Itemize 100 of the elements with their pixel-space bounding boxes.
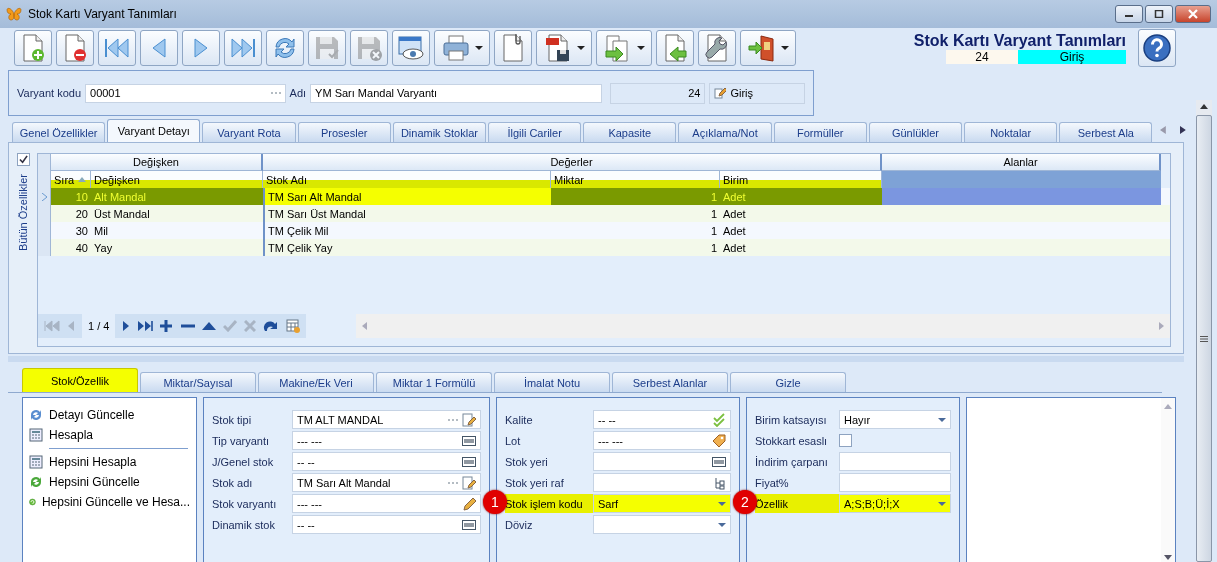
caret-icon [475, 46, 483, 50]
column-header[interactable]: Sıra [51, 171, 91, 188]
dropdown-field[interactable]: Hayır [839, 410, 951, 429]
grid-row[interactable]: 30 Mil TM Çelik Mil 1 Adet [38, 222, 1170, 239]
dropdown-arrow-icon[interactable] [718, 501, 726, 506]
redo-icon[interactable] [263, 320, 280, 332]
input-field[interactable] [839, 473, 951, 492]
toolbar-button[interactable] [392, 30, 430, 66]
tree-icon[interactable] [712, 475, 726, 490]
name-field[interactable]: YM Sarı Mandal Varyantı [310, 83, 602, 103]
input-field[interactable]: --- --- [593, 431, 731, 450]
tab[interactable]: Kapasite [583, 122, 677, 142]
pencil-icon[interactable] [462, 496, 476, 511]
close-icon [1187, 9, 1199, 19]
tab[interactable]: Noktalar [964, 122, 1058, 142]
select-all-checkbox[interactable] [16, 153, 30, 166]
dropdown-field[interactable]: Sarf [593, 494, 731, 513]
tab[interactable]: Varyant Rota [202, 122, 296, 142]
input-field[interactable]: --- --- [292, 494, 481, 513]
action-link[interactable]: Hepsini Hesapla [29, 455, 190, 469]
toolbar-button[interactable] [56, 30, 94, 66]
check-icon[interactable] [223, 320, 238, 332]
table-cell-text: 40 [74, 240, 89, 256]
last-record-icon[interactable] [137, 320, 154, 332]
grid-row[interactable]: 40 Yay TM Çelik Yay 1 Adet [38, 239, 1170, 256]
action-link[interactable]: Hepsini Güncelle [29, 475, 190, 489]
tab[interactable]: Genel Özellikler [12, 122, 106, 142]
table-cell-text: Mil [93, 223, 110, 239]
tab[interactable]: İmalat Notu [494, 372, 610, 392]
toolbar-button[interactable] [740, 30, 796, 66]
barcode-icon[interactable] [462, 519, 476, 530]
column-header[interactable]: Değişken [91, 171, 263, 188]
input-field[interactable]: --- --- [292, 431, 481, 450]
move-up-icon[interactable] [202, 322, 217, 330]
input-field[interactable]: -- -- [593, 410, 731, 429]
edit-icon[interactable] [462, 475, 476, 490]
input-field[interactable] [593, 452, 731, 471]
grid-row[interactable]: 20 Üst Mandal TM Sarı Üst Mandal 1 Adet [38, 205, 1170, 222]
add-icon[interactable] [160, 319, 175, 333]
input-field[interactable]: TM ALT MANDAL [292, 410, 481, 429]
minimize-button[interactable] [1115, 5, 1143, 23]
scroll-left-icon[interactable] [362, 322, 368, 330]
scroll-down-icon[interactable] [1164, 555, 1172, 560]
table-cell: 1 [551, 188, 720, 205]
action-link[interactable]: Hesapla [29, 428, 190, 442]
column-header[interactable]: Birim [720, 171, 882, 188]
tab[interactable]: Serbest Alanlar [612, 372, 728, 392]
grid-row[interactable]: 10 Alt Mandal TM Sarı Alt Mandal 1 Adet [38, 188, 1170, 205]
barcode-icon[interactable] [462, 456, 476, 467]
toolbar-button[interactable] [698, 30, 736, 66]
input-field[interactable]: -- -- [292, 515, 481, 534]
tab[interactable]: Makine/Ek Veri [258, 372, 374, 392]
tab[interactable]: İlgili Cariler [488, 122, 582, 142]
table-cell: TM Çelik Yay [263, 239, 551, 256]
column-header[interactable]: Stok Adı [263, 171, 551, 188]
tab[interactable]: Miktar 1 Formülü [376, 372, 492, 392]
record-number: 24 [946, 50, 1018, 64]
tab[interactable]: Günlükler [868, 122, 963, 142]
tab[interactable]: Varyant Detayı [107, 119, 201, 142]
scroll-left-icon[interactable] [1160, 126, 1167, 134]
next-record-icon[interactable] [122, 320, 131, 332]
scroll-up-icon[interactable] [1200, 104, 1208, 109]
dropdown-arrow-icon[interactable] [938, 417, 946, 422]
tab[interactable]: Dinamik Stoklar [392, 122, 486, 142]
input-field[interactable]: -- -- [292, 452, 481, 471]
horizontal-scrollbar[interactable] [356, 314, 1170, 338]
input-field[interactable] [593, 473, 731, 492]
action-link[interactable]: Hepsini Güncelle ve Hesa... [29, 495, 190, 509]
tab[interactable]: Gizle [730, 372, 846, 392]
edit-icon[interactable] [462, 412, 476, 427]
maximize-button[interactable] [1145, 5, 1173, 23]
close-button[interactable] [1175, 5, 1211, 23]
scroll-right-icon[interactable] [1180, 126, 1187, 134]
dropdown-arrow-icon[interactable] [938, 501, 946, 506]
help-button[interactable] [1138, 29, 1176, 67]
tab[interactable]: Formüller [773, 122, 867, 142]
dropdown-arrow-icon[interactable] [718, 522, 726, 527]
tab[interactable]: Stok/Özellik [22, 368, 138, 392]
field-label: Tip varyantı [212, 433, 271, 449]
row-indicator-icon [41, 192, 47, 201]
vertical-scrollbar[interactable] [1161, 398, 1175, 562]
action-link[interactable]: Detayı Güncelle [29, 408, 190, 422]
column-header[interactable]: Miktar [551, 171, 720, 188]
input-field[interactable]: TM Sarı Alt Mandal [292, 473, 481, 492]
toolbar-button[interactable] [536, 30, 592, 66]
barcode-icon[interactable] [712, 456, 726, 467]
tab[interactable]: Açıklama/Not [678, 122, 772, 142]
tab[interactable]: Serbest Ala [1059, 122, 1153, 142]
table-icon[interactable] [286, 319, 301, 333]
check-icon[interactable] [712, 412, 726, 427]
dropdown-field[interactable]: A;S;B;Ü;İ;X [839, 494, 951, 513]
variant-code-field[interactable]: 00001 [85, 83, 286, 103]
dropdown-field[interactable] [593, 515, 731, 534]
barcode-icon[interactable] [462, 435, 476, 446]
tab[interactable]: Miktar/Sayısal [140, 372, 256, 392]
tag-icon[interactable] [712, 433, 726, 448]
checkbox[interactable] [839, 434, 852, 447]
tab[interactable]: Prosesler [297, 122, 391, 142]
mode-button[interactable]: Giriş [709, 82, 805, 104]
input-field[interactable] [839, 452, 951, 471]
